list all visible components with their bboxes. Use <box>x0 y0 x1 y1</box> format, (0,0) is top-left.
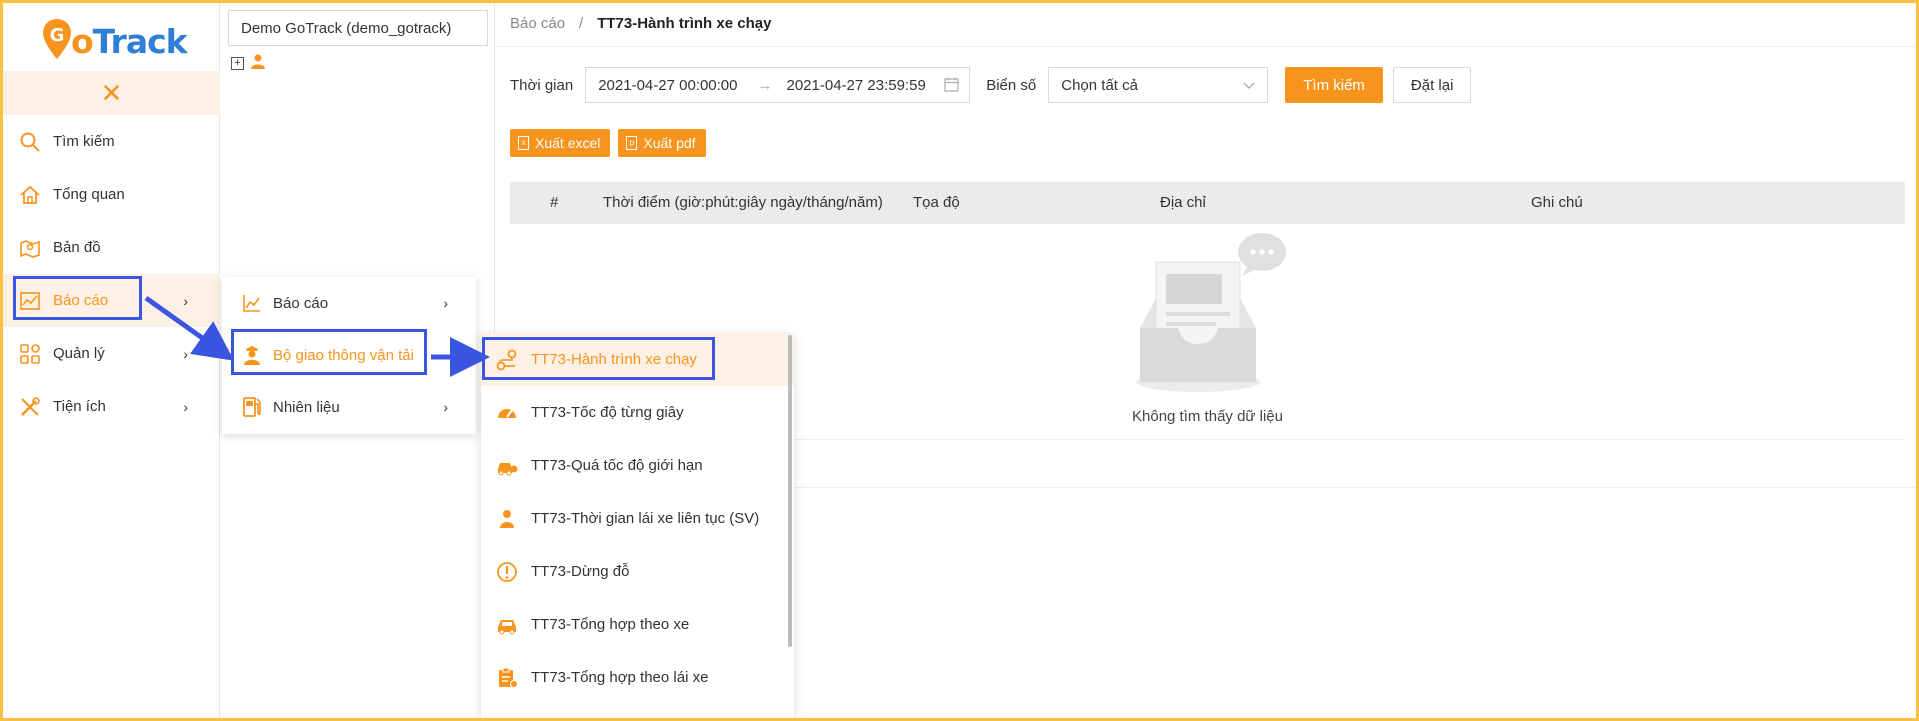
submenu-item-label: TT73-Tổng hợp theo xe <box>531 616 690 633</box>
export-excel-button[interactable]: x Xuất excel <box>510 129 611 157</box>
chevron-right-icon: › <box>183 292 188 309</box>
export-buttons: x Xuất excel p Xuất pdf <box>510 129 706 157</box>
submenu-item-summary-by-driver[interactable]: TT73-Tổng hợp theo lái xe <box>481 651 794 704</box>
export-pdf-label: Xuất pdf <box>643 135 696 151</box>
sidebar-item-label: Bản đồ <box>53 239 101 256</box>
driver-icon <box>495 507 519 531</box>
column-header: Địa chỉ <box>1160 194 1206 211</box>
transport-reports-submenu: TT73-Hành trình xe chạy TT73-Tốc độ từng… <box>481 333 794 721</box>
line-chart-icon <box>241 292 263 314</box>
submenu-item-label: TT73-Thời gian lái xe liên tục (SV) <box>531 510 760 527</box>
calendar-icon <box>944 77 959 96</box>
close-icon: ✕ <box>100 78 123 108</box>
chevron-right-icon: › <box>443 295 448 311</box>
sidebar-item-map[interactable]: Bản đồ <box>3 221 220 274</box>
alert-icon <box>495 560 519 584</box>
export-excel-label: Xuất excel <box>535 135 601 151</box>
company-select[interactable]: Demo GoTrack (demo_gotrack) <box>228 10 488 46</box>
chevron-right-icon: › <box>183 398 188 415</box>
submenu-item-summary-by-vehicle[interactable]: TT73-Tổng hợp theo xe <box>481 598 794 651</box>
sidebar-item-label: Báo cáo <box>53 292 109 309</box>
filter-bar: Thời gian 2021-04-27 00:00:00 → 2021-04-… <box>510 67 1472 103</box>
start-date[interactable]: 2021-04-27 00:00:00 <box>598 77 737 94</box>
sidebar-item-overview[interactable]: Tổng quan <box>3 168 220 221</box>
gotrack-logo[interactable]: G oTrack <box>41 15 188 63</box>
column-header: Tọa độ <box>913 194 960 211</box>
submenu-item-reports[interactable]: Báo cáo › <box>222 277 476 329</box>
submenu-item-continuous-driving[interactable]: TT73-Thời gian lái xe liên tục (SV) <box>481 492 794 545</box>
column-header: Thời điểm (giờ:phút:giây ngày/tháng/năm) <box>603 194 883 211</box>
chart-icon <box>19 290 41 312</box>
arrow-right-icon: → <box>757 76 773 94</box>
submenu-item-stop-park[interactable]: TT73-Dừng đỗ <box>481 545 794 598</box>
sidebar-item-management[interactable]: Quản lý › <box>3 327 220 380</box>
svg-text:G: G <box>50 25 65 46</box>
breadcrumb: Báo cáo / TT73-Hành trình xe chạy <box>510 15 771 32</box>
map-icon <box>19 237 41 259</box>
car-icon <box>495 613 519 637</box>
expand-icon[interactable]: + <box>231 56 244 70</box>
page-title: TT73-Hành trình xe chạy <box>597 15 772 32</box>
submenu-item-route-history[interactable]: TT73-Hành trình xe chạy <box>481 333 794 386</box>
sidebar-item-search[interactable]: Tìm kiếm <box>3 115 220 168</box>
search-button[interactable]: Tìm kiếm <box>1285 67 1383 103</box>
plate-label: Biển số <box>986 76 1037 94</box>
tools-icon <box>19 396 41 418</box>
pdf-file-icon: p <box>626 136 638 150</box>
sidebar-nav: Tìm kiếm Tổng quan Bản đồ Báo cáo › Quản… <box>3 115 220 433</box>
submenu-scrollbar[interactable] <box>788 335 792 647</box>
chevron-right-icon: › <box>183 345 188 362</box>
officer-icon <box>241 344 263 366</box>
reset-button[interactable]: Đặt lại <box>1392 67 1472 103</box>
submenu-item-transport-ministry[interactable]: Bộ giao thông vận tải <box>222 329 476 381</box>
speedometer-icon <box>495 401 519 425</box>
submenu-item-overspeed[interactable]: TT73-Quá tốc độ giới hạn <box>481 439 794 492</box>
empty-inbox-icon <box>1136 233 1286 392</box>
submenu-item-label: Bộ giao thông vận tải <box>273 346 414 364</box>
sidebar-item-reports[interactable]: Báo cáo › <box>3 274 220 327</box>
plate-select[interactable]: Chọn tất cả <box>1048 67 1269 103</box>
date-range-picker[interactable]: 2021-04-27 00:00:00 → 2021-04-27 23:59:5… <box>585 67 971 103</box>
sidebar-item-label: Tìm kiếm <box>53 133 115 150</box>
search-icon <box>19 131 41 153</box>
breadcrumb-root[interactable]: Báo cáo <box>510 15 565 32</box>
sidebar-item-label: Tiện ích <box>53 398 106 415</box>
logo-word-track: Track <box>92 21 188 61</box>
submenu-item-fuel[interactable]: Nhiên liệu › <box>222 381 476 433</box>
time-label: Thời gian <box>510 76 574 94</box>
submenu-item-label: TT73-Quá tốc độ giới hạn <box>531 457 703 474</box>
car-speed-icon <box>495 454 519 478</box>
logo-letter-o: o <box>71 21 94 61</box>
sidebar-collapse-button[interactable]: ✕ <box>3 71 220 115</box>
submenu-item-label: Báo cáo <box>273 294 329 312</box>
location-pin-icon: G <box>41 17 73 61</box>
fuel-icon <box>241 396 263 418</box>
submenu-item-speed-per-second[interactable]: TT73-Tốc độ từng giây <box>481 386 794 439</box>
column-header: Ghi chú <box>1531 194 1583 211</box>
sidebar: G oTrack ✕ Tìm kiếm Tổng quan Bản đồ Báo… <box>3 3 220 718</box>
submenu-item-label: Nhiên liệu <box>273 398 340 416</box>
user-group-icon[interactable] <box>250 53 266 73</box>
chevron-right-icon: › <box>443 399 448 415</box>
table-header: # Thời điểm (giờ:phút:giây ngày/tháng/nă… <box>510 182 1905 224</box>
chevron-down-icon <box>1243 78 1255 95</box>
end-date[interactable]: 2021-04-27 23:59:59 <box>787 77 926 94</box>
breadcrumb-separator: / <box>579 15 584 32</box>
excel-file-icon: x <box>518 136 529 150</box>
plate-select-value: Chọn tất cả <box>1061 76 1138 94</box>
submenu-item-label: TT73-Tốc độ từng giây <box>531 404 684 421</box>
column-header: # <box>550 194 559 211</box>
grid-icon <box>19 343 41 365</box>
home-icon <box>19 184 41 206</box>
sidebar-item-utilities[interactable]: Tiện ích › <box>3 380 220 433</box>
sidebar-item-label: Tổng quan <box>53 186 125 203</box>
submenu-item-label: TT73-Hành trình xe chạy <box>531 351 697 368</box>
clipboard-icon <box>495 666 519 690</box>
submenu-item-label: TT73-Dừng đỗ <box>531 563 630 580</box>
route-icon <box>495 348 519 372</box>
export-pdf-button[interactable]: p Xuất pdf <box>618 129 706 157</box>
submenu-item-label: TT73-Tổng hợp theo lái xe <box>531 669 709 686</box>
sidebar-item-label: Quản lý <box>53 345 105 362</box>
reports-submenu: Báo cáo › Bộ giao thông vận tải Nhiên li… <box>222 277 476 434</box>
